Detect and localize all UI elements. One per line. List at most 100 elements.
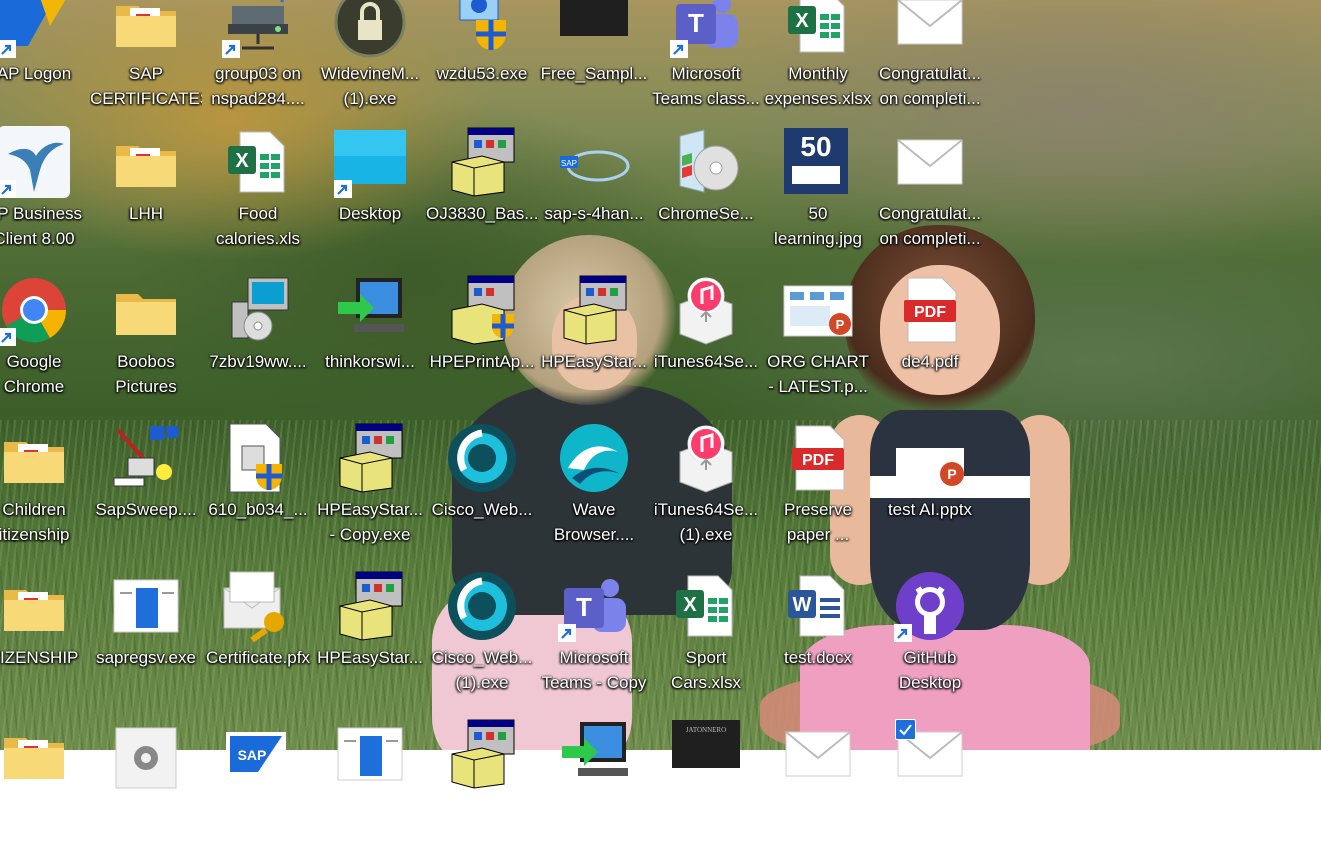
desktop-icon-teams-copy[interactable]: T Microsoft Teams - Copy (538, 570, 650, 716)
desktop-icon-label: Monthly expenses.xlsx (764, 64, 872, 108)
desktop-icon-row6-1[interactable] (0, 718, 90, 864)
desktop-icon-hpeasystart-1[interactable]: HPEasyStar... (538, 274, 650, 420)
desktop-icon-50-learning[interactable]: 50 50 learning.jpg (762, 126, 874, 272)
excel-icon: X (222, 126, 294, 198)
desktop-icon-sport-cars[interactable]: X Sport Cars.xlsx (650, 570, 762, 716)
desktop-icon-test-ai[interactable]: Ptest AI.pptx (874, 422, 986, 568)
desktop-icon-label: Sport Cars.xlsx (671, 648, 741, 692)
desktop-icon-label: Desktop (338, 204, 402, 223)
svg-text:T: T (576, 592, 592, 622)
desktop-icon-hpeasystart-2[interactable]: HPEasyStar... (314, 570, 426, 716)
window-app-icon (110, 570, 182, 642)
desktop-icon-label: HPEasyStar... (541, 352, 647, 371)
desktop-icon-row6-8[interactable] (762, 718, 874, 864)
desktop-icon-congrats-2[interactable]: Congratulat... on completi... (874, 126, 986, 272)
desktop-icon-label: test AI.pptx (887, 500, 973, 519)
mail-icon (894, 0, 966, 58)
desktop-icon-label: Congratulat... on completi... (878, 204, 982, 248)
svg-text:50: 50 (800, 131, 831, 162)
desktop-icon-de4-pdf[interactable]: PDF de4.pdf (874, 274, 986, 420)
desktop-icon-row6-2[interactable] (90, 718, 202, 864)
teams-icon: T (558, 570, 630, 642)
desktop-icon-hpeprintap[interactable]: HPEPrintAp... (426, 274, 538, 420)
svg-text:JATONNERO: JATONNERO (574, 0, 614, 2)
desktop-icon-label: TIZENSHIP (0, 648, 79, 667)
desktop-icon-wzdu53[interactable]: wzdu53.exe (426, 0, 538, 132)
folder-letter-icon (0, 718, 70, 790)
webex-icon (446, 570, 518, 642)
image-thumbnail-icon: 50 (782, 126, 854, 198)
desktop-icon-row6-3[interactable]: SAP (202, 718, 314, 864)
desktop-icon-citizenship[interactable]: TIZENSHIP (0, 570, 90, 716)
desktop-icon-label: WidevineM... (1).exe (320, 64, 420, 108)
chrome-icon (0, 274, 70, 346)
desktop-icon-oj3830[interactable]: OJ3830_Bas... (426, 126, 538, 272)
desktop-icon-test-docx[interactable]: Wtest.docx (762, 570, 874, 716)
desktop-icon-label: wzdu53.exe (436, 64, 528, 83)
desktop-icon-cisco-webex-1[interactable]: Cisco_Web... (426, 422, 538, 568)
shortcut-arrow-icon (334, 180, 352, 198)
desktop-icon-row6-7[interactable]: JATONNERO (650, 718, 762, 864)
desktop-icon-7zbv19ww[interactable]: 7zbv19ww.... (202, 274, 314, 420)
desktop-icon-org-chart[interactable]: P ORG CHART - LATEST.p... (762, 274, 874, 420)
desktop-icon-preserve-paper[interactable]: PDF Preserve paper ... (762, 422, 874, 568)
desktop-icon-itunes64-2[interactable]: iTunes64Se... (1).exe (650, 422, 762, 568)
desktop-icon-github-desktop[interactable]: GitHub Desktop (874, 570, 986, 716)
desktop-icon-certificate-pfx[interactable]: Certificate.pfx (202, 570, 314, 716)
desktop-icon-sap-business-client[interactable]: AP Business Client 8.00 (0, 126, 90, 272)
shortcut-arrow-icon (222, 40, 240, 58)
desktop-icon-congrats-1[interactable]: Congratulat... on completi... (874, 0, 986, 132)
desktop-icon-label: thinkorswi... (325, 352, 415, 371)
desktop-icon-thinkorswim[interactable]: thinkorswi... (314, 274, 426, 420)
desktop-icon-google-chrome[interactable]: Google Chrome (0, 274, 90, 420)
desktop-icon-wave-browser[interactable]: Wave Browser.... (538, 422, 650, 568)
desktop-icon-row6-9[interactable] (874, 718, 986, 864)
svg-text:X: X (235, 150, 249, 172)
itunes-box-icon (670, 422, 742, 494)
desktop-icon-monthly-expenses[interactable]: X Monthly expenses.xlsx (762, 0, 874, 132)
setup-box-shield-icon (446, 274, 518, 346)
desktop-icon-sapsweep[interactable]: SapSweep.... (90, 422, 202, 568)
book-thumbnail-icon: JATONNERO (558, 0, 630, 58)
pdf-icon: PDF (894, 274, 966, 346)
desktop-icon-row6-4[interactable] (314, 718, 426, 864)
svg-text:SAP: SAP (238, 747, 267, 763)
desktop-icon-itunes64-1[interactable]: iTunes64Se... (650, 274, 762, 420)
desktop-icon-cisco-webex-2[interactable]: Cisco_Web... (1).exe (426, 570, 538, 716)
shortcut-arrow-icon (0, 328, 16, 346)
desktop-icon-chromesetup[interactable]: ChromeSe... (650, 126, 762, 272)
desktop-icon-lhh[interactable]: LHH (90, 126, 202, 272)
network-drive-icon (222, 0, 294, 58)
desktop-icon-sap-certificates[interactable]: SAP CERTIFICATES (90, 0, 202, 132)
desktop-icon-label: iTunes64Se... (1).exe (653, 500, 759, 544)
svg-text:W: W (793, 594, 812, 616)
desktop-icon-hpeasystart-copy[interactable]: HPEasyStar... - Copy.exe (314, 422, 426, 568)
desktop-icon-boobos-pictures[interactable]: Boobos Pictures (90, 274, 202, 420)
sap-cloud-icon: SAP (558, 126, 630, 198)
folder-letter-icon (0, 422, 70, 494)
desktop-icon-row6-5[interactable] (426, 718, 538, 864)
desktop-icon-free-sample[interactable]: JATONNERO Free_Sampl... (538, 0, 650, 132)
desktop-icon-sap-logon[interactable]: AP Logon (0, 0, 90, 132)
word-icon: W (782, 570, 854, 642)
desktop-icon-610-b034[interactable]: 610_b034_... (202, 422, 314, 568)
desktop-icon-sapregsv[interactable]: sapregsv.exe (90, 570, 202, 716)
sap-logon-icon (0, 0, 70, 58)
desktop-icon-children-citizenship[interactable]: Children itizenship (0, 422, 90, 568)
powerpoint-thumb-icon: P (782, 274, 854, 346)
desktop-icon-label: Wave Browser.... (553, 500, 635, 544)
desktop-icon-label: HPEasyStar... - Copy.exe (317, 500, 423, 544)
desktop-icon-desktop[interactable]: Desktop (314, 126, 426, 272)
desktop-icon-label: Cisco_Web... (431, 500, 533, 519)
certificate-key-icon (222, 570, 294, 642)
desktop-icon-teams-class[interactable]: T Microsoft Teams class... (650, 0, 762, 132)
desktop-icon-food-calories[interactable]: X Food calories.xls (202, 126, 314, 272)
desktop-icon-label: Preserve paper ... (783, 500, 853, 544)
selection-checkbox[interactable] (895, 719, 916, 740)
desktop-icon-widevine[interactable]: WidevineM... (1).exe (314, 0, 426, 132)
desktop-icon-sap-s4hana[interactable]: SAP sap-s-4han... (538, 126, 650, 272)
desktop-icon-group03[interactable]: group03 on nspad284.... (202, 0, 314, 132)
monitor-arrow-icon (558, 718, 630, 790)
computer-disc-icon (222, 274, 294, 346)
desktop-icon-row6-6[interactable] (538, 718, 650, 864)
